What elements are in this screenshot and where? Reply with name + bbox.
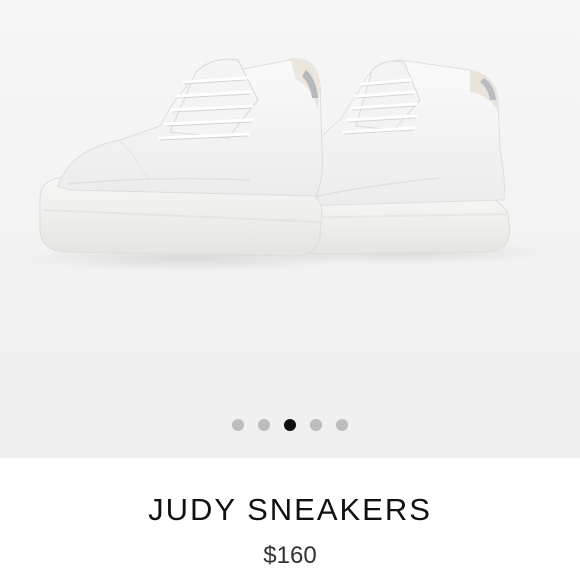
carousel-dot-2[interactable]	[258, 419, 270, 431]
carousel-dot-1[interactable]	[232, 419, 244, 431]
product-page: JUDY SNEAKERS $160	[0, 0, 580, 580]
carousel-dot-4[interactable]	[310, 419, 322, 431]
product-image	[20, 57, 550, 272]
carousel-pagination	[0, 417, 580, 433]
product-price: $160	[263, 542, 317, 569]
carousel-dot-5[interactable]	[336, 419, 348, 431]
product-info: JUDY SNEAKERS $160	[0, 458, 580, 580]
product-title: JUDY SNEAKERS	[148, 492, 432, 527]
left-sneaker	[39, 57, 323, 257]
carousel-dot-3-active[interactable]	[284, 419, 296, 431]
image-gallery[interactable]	[0, 0, 580, 458]
